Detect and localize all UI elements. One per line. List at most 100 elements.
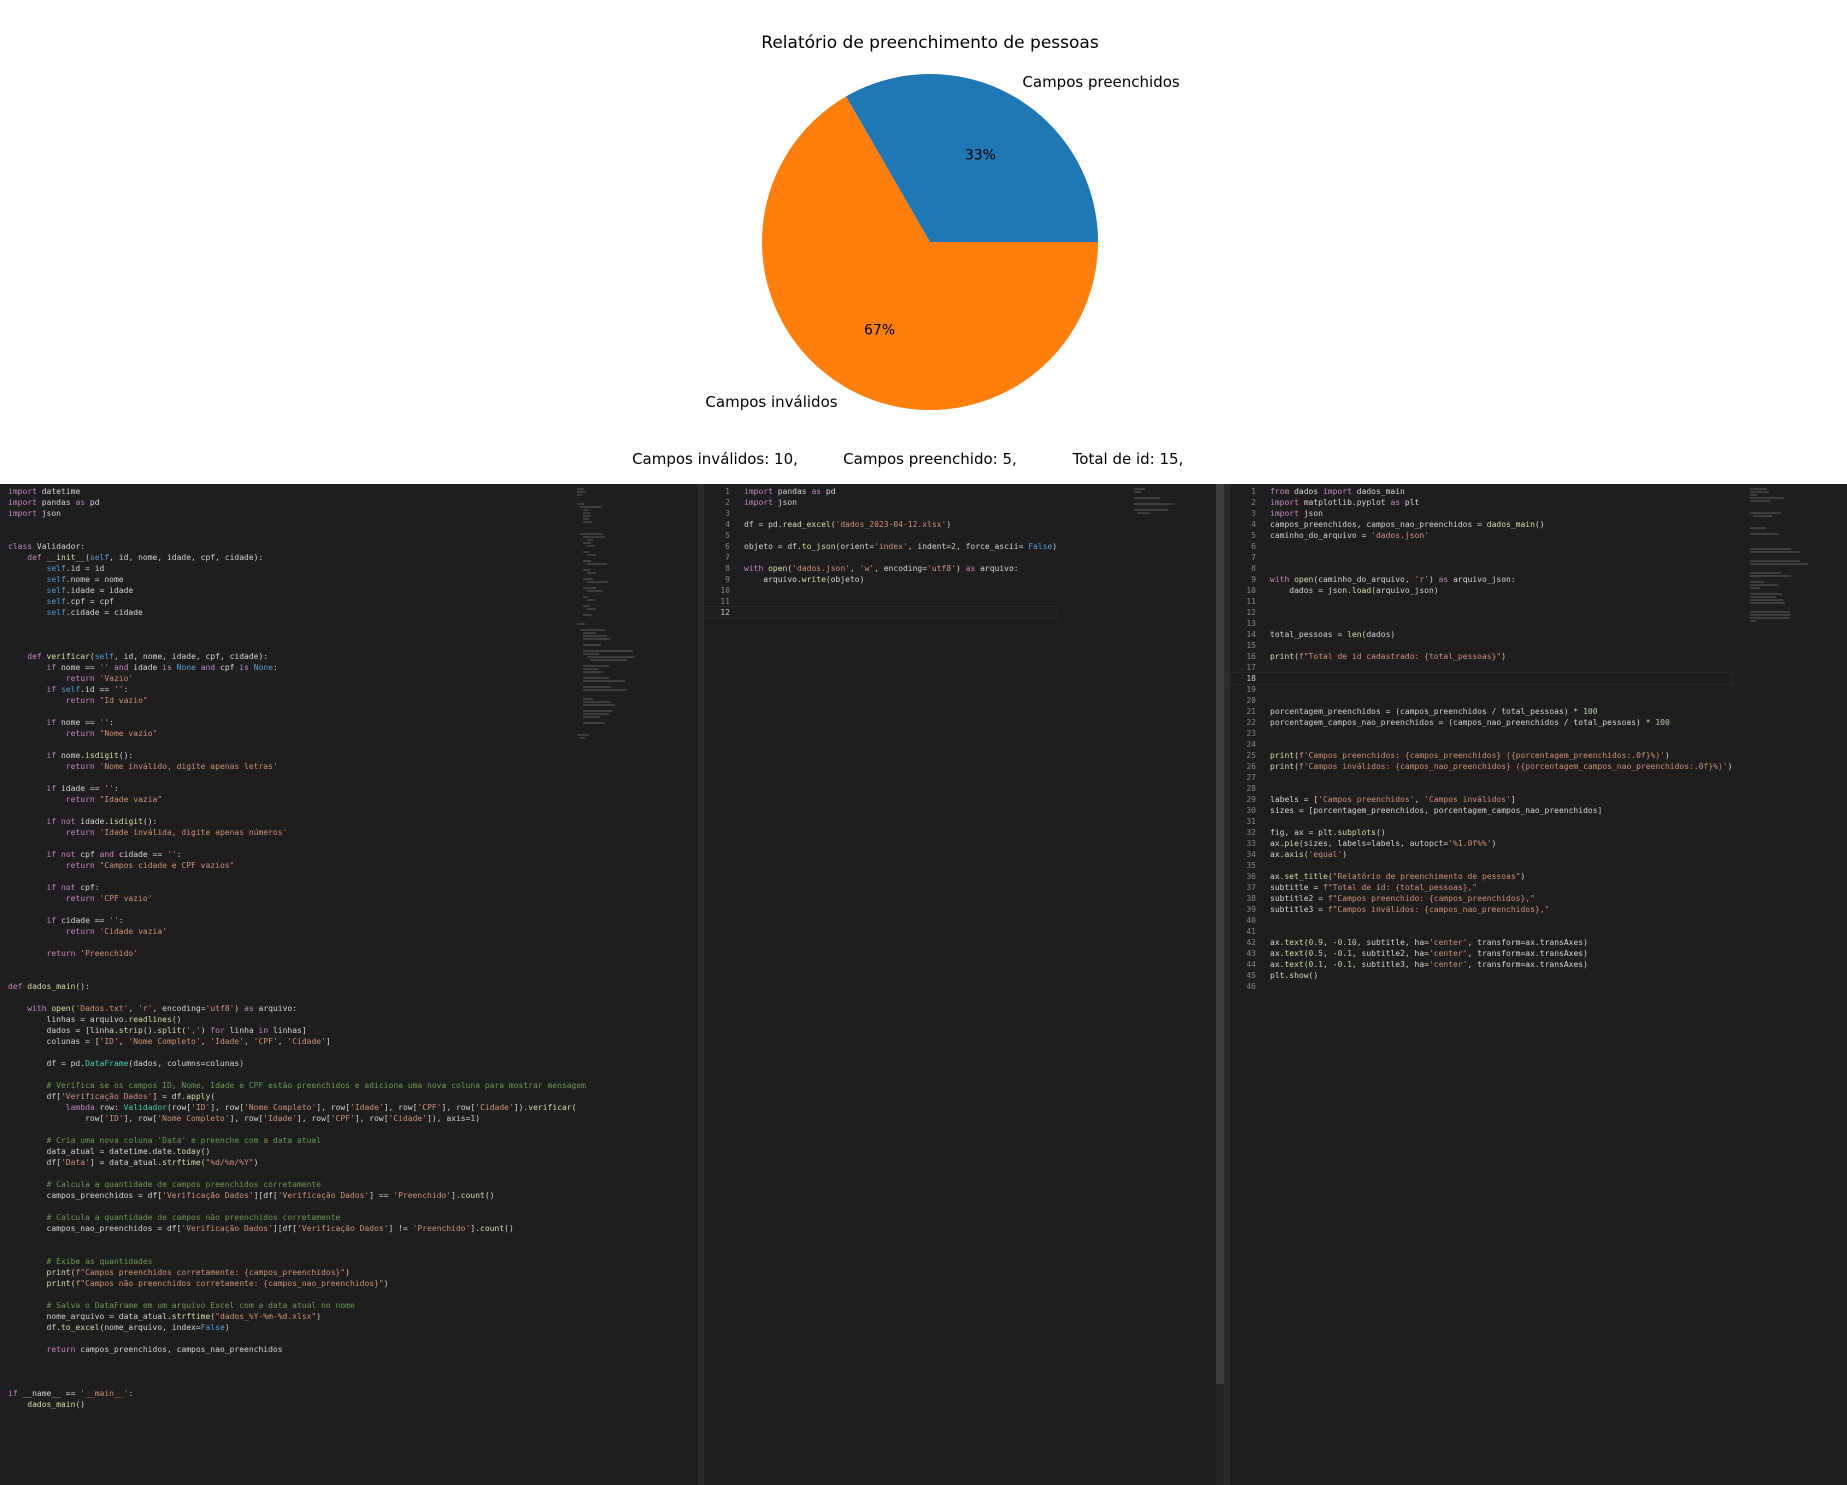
code-line[interactable]: [8, 805, 586, 816]
code-line[interactable]: colunas = ['ID', 'Nome Completo', 'Idade…: [8, 1036, 586, 1047]
code-line[interactable]: # Calcula a quantidade de campos não pre…: [8, 1212, 586, 1223]
code-line[interactable]: 1 import pandas as pd: [704, 486, 1057, 497]
code-line[interactable]: self.nome = nome: [8, 574, 586, 585]
code-line[interactable]: [8, 772, 586, 783]
code-line[interactable]: [8, 1201, 586, 1212]
code-line[interactable]: 5 caminho_do_arquivo = 'dados.json': [1230, 530, 1732, 541]
code-line[interactable]: 22 porcentagem_campos_nao_preenchidos = (…: [1230, 717, 1732, 728]
code-line[interactable]: return 'Cidade vazia': [8, 926, 586, 937]
code-line[interactable]: # Exibe as quantidades: [8, 1256, 586, 1267]
code-line[interactable]: 39 subtitle3 = f"Campos inválidos: {campo…: [1230, 904, 1732, 915]
code-line[interactable]: 7: [1230, 552, 1732, 563]
code-line[interactable]: print(f"Campos não preenchidos corretame…: [8, 1278, 586, 1289]
code-line[interactable]: 7: [704, 552, 1057, 563]
code-line[interactable]: df['Data'] = data_atual.strftime("%d/%m/…: [8, 1157, 586, 1168]
code-area-middle[interactable]: 1 import pandas as pd 2 import json 3 4 df = p…: [704, 486, 1059, 619]
code-area-left[interactable]: import datetime import pandas as pd import…: [8, 486, 586, 1410]
code-line[interactable]: 42 ax.text(0.9, -0.10, subtitle, ha='cent…: [1230, 937, 1732, 948]
code-line[interactable]: 2 import matplotlib.pyplot as plt: [1230, 497, 1732, 508]
editor-pane-json-export[interactable]: 1 import pandas as pd 2 import json 3 4 df = p…: [704, 484, 1224, 1485]
code-line[interactable]: [8, 970, 586, 981]
code-line[interactable]: return campos_preenchidos, campos_nao_pr…: [8, 1344, 586, 1355]
code-line[interactable]: self.id = id: [8, 563, 586, 574]
code-line[interactable]: # Cria uma nova coluna 'Data' e preenche…: [8, 1135, 586, 1146]
code-line[interactable]: 20: [1230, 695, 1732, 706]
code-line[interactable]: [8, 1377, 586, 1388]
code-line[interactable]: [8, 1047, 586, 1058]
code-line[interactable]: 44 ax.text(0.1, -0.1, subtitle3, ha='cent…: [1230, 959, 1732, 970]
code-line[interactable]: return 'Idade inválida, digite apenas nú…: [8, 827, 586, 838]
code-line[interactable]: if not cpf and cidade == '':: [8, 849, 586, 860]
code-line[interactable]: [8, 1168, 586, 1179]
minimap-right[interactable]: [1750, 488, 1847, 688]
code-line[interactable]: self.idade = idade: [8, 585, 586, 596]
code-line[interactable]: 24: [1230, 739, 1732, 750]
code-line[interactable]: 4 campos_preenchidos, campos_nao_preenchi…: [1230, 519, 1732, 530]
code-line[interactable]: 43 ax.text(0.5, -0.1, subtitle2, ha='cent…: [1230, 948, 1732, 959]
code-line[interactable]: 32 fig, ax = plt.subplots(): [1230, 827, 1732, 838]
code-line[interactable]: 9 with open(caminho_do_arquivo, 'r') as a…: [1230, 574, 1732, 585]
code-line[interactable]: 38 subtitle2 = f"Campos preenchido: {camp…: [1230, 893, 1732, 904]
code-line[interactable]: 3: [704, 508, 1057, 519]
code-line[interactable]: [8, 739, 586, 750]
code-line[interactable]: [8, 706, 586, 717]
code-line[interactable]: 46: [1230, 981, 1732, 992]
code-line[interactable]: def __init__(self, id, nome, idade, cpf,…: [8, 552, 586, 563]
code-line[interactable]: [8, 1289, 586, 1300]
minimap-middle[interactable]: [1134, 488, 1224, 688]
code-line[interactable]: [8, 959, 586, 970]
code-line[interactable]: [8, 530, 586, 541]
code-line[interactable]: return "Id vazio": [8, 695, 586, 706]
code-line[interactable]: [8, 904, 586, 915]
code-line[interactable]: [8, 992, 586, 1003]
code-line[interactable]: with open('Dados.txt', 'r', encoding='ut…: [8, 1003, 586, 1014]
code-line[interactable]: linhas = arquivo.readlines(): [8, 1014, 586, 1025]
code-line[interactable]: if nome.isdigit():: [8, 750, 586, 761]
code-line[interactable]: 23: [1230, 728, 1732, 739]
code-line[interactable]: # Salva o DataFrame em um arquivo Excel …: [8, 1300, 586, 1311]
code-line[interactable]: return 'CPF vazio': [8, 893, 586, 904]
code-line[interactable]: 5: [704, 530, 1057, 541]
code-line[interactable]: return 'Vazio': [8, 673, 586, 684]
code-line[interactable]: if nome == '' and idade is None and cpf …: [8, 662, 586, 673]
code-line[interactable]: 41: [1230, 926, 1732, 937]
code-line[interactable]: [8, 629, 586, 640]
code-line[interactable]: data_atual = datetime.date.today(): [8, 1146, 586, 1157]
code-line[interactable]: 14 total_pessoas = len(dados): [1230, 629, 1732, 640]
code-line[interactable]: class Validador:: [8, 541, 586, 552]
code-line[interactable]: 4 df = pd.read_excel('dados_2023-04-12.xl…: [704, 519, 1057, 530]
code-line[interactable]: 12: [704, 606, 1059, 619]
code-line[interactable]: lambda row: Validador(row['ID'], row['No…: [8, 1102, 586, 1113]
code-line[interactable]: 18: [1230, 672, 1734, 685]
code-line[interactable]: dados = [linha.strip().split(',') for li…: [8, 1025, 586, 1036]
code-line[interactable]: # Verifica se os campos ID, Nome, Idade …: [8, 1080, 586, 1091]
scrollbar-middle[interactable]: [1216, 484, 1224, 1485]
code-line[interactable]: return 'Nome inválido, digite apenas let…: [8, 761, 586, 772]
code-line[interactable]: [8, 1245, 586, 1256]
code-line[interactable]: 6: [1230, 541, 1732, 552]
code-line[interactable]: campos_preenchidos = df['Verificação Dad…: [8, 1190, 586, 1201]
code-line[interactable]: 45 plt.show(): [1230, 970, 1732, 981]
minimap-left[interactable]: [577, 488, 687, 739]
code-line[interactable]: 21 porcentagem_preenchidos = (campos_pree…: [1230, 706, 1732, 717]
code-line[interactable]: [8, 640, 586, 651]
code-area-right[interactable]: 1 from dados import dados_main 2 import mat…: [1230, 486, 1734, 992]
code-line[interactable]: [8, 1366, 586, 1377]
code-line[interactable]: import pandas as pd: [8, 497, 586, 508]
code-line[interactable]: 30 sizes = [porcentagem_preenchidos, porc…: [1230, 805, 1732, 816]
code-line[interactable]: 8: [1230, 563, 1732, 574]
code-line[interactable]: 16 print(f"Total de id cadastrado: {total…: [1230, 651, 1732, 662]
code-line[interactable]: if not idade.isdigit():: [8, 816, 586, 827]
code-line[interactable]: [8, 1069, 586, 1080]
code-line[interactable]: 2 import json: [704, 497, 1057, 508]
code-line[interactable]: [8, 937, 586, 948]
code-line[interactable]: 15: [1230, 640, 1732, 651]
code-line[interactable]: 35: [1230, 860, 1732, 871]
code-line[interactable]: import json: [8, 508, 586, 519]
code-line[interactable]: def verificar(self, id, nome, idade, cpf…: [8, 651, 586, 662]
code-line[interactable]: 8 with open('dados.json', 'w', encoding='…: [704, 563, 1057, 574]
code-line[interactable]: 26 print(f'Campos inválidos: {campos_nao_…: [1230, 761, 1732, 772]
code-line[interactable]: return "Campos cidade e CPF vazios": [8, 860, 586, 871]
code-line[interactable]: return "Nome vazio": [8, 728, 586, 739]
code-line[interactable]: 28: [1230, 783, 1732, 794]
